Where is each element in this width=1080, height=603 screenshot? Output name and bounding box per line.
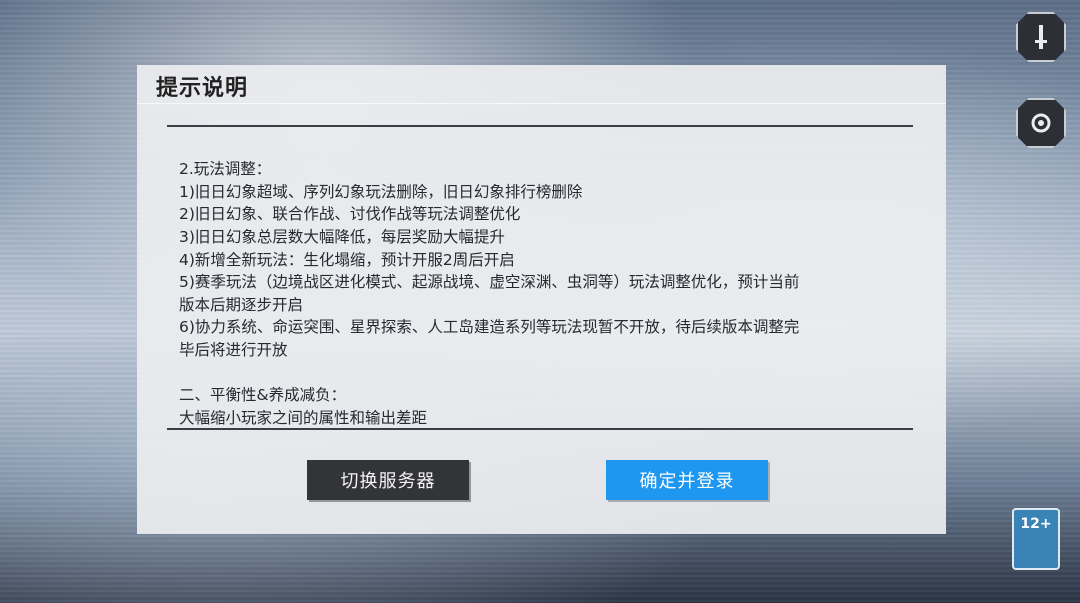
sword-icon: [1035, 25, 1047, 49]
notice-line: 1)旧日幻象超域、序列幻象玩法删除，旧日幻象排行榜删除: [179, 182, 583, 201]
age-rating-badge[interactable]: 12+: [1012, 508, 1060, 570]
notice-line: 4)新增全新玩法：生化塌缩，预计开服2周后开启: [179, 250, 515, 269]
switch-server-button[interactable]: 切换服务器: [307, 460, 469, 500]
notice-line: 大幅缩小玩家之间的属性和输出差距: [179, 408, 428, 427]
gear-icon: [1031, 113, 1051, 133]
confirm-login-button[interactable]: 确定并登录: [606, 460, 768, 500]
notice-line: 毕后将进行开放: [179, 340, 288, 359]
title-divider: [137, 103, 946, 104]
age-rating-label: 12+: [1020, 516, 1052, 532]
notice-line: 版本后期逐步开启: [179, 295, 304, 314]
notice-line: 2.玩法调整：: [179, 160, 272, 179]
notice-line: 5)赛季玩法（边境战区进化模式、起源战境、虚空深渊、虫洞等）玩法调整优化，预计当…: [179, 273, 800, 292]
settings-icon[interactable]: [1016, 98, 1066, 148]
notice-dialog: 提示说明 2.玩法调整： 1)旧日幻象超域、序列幻象玩法删除，旧日幻象排行榜删除…: [137, 65, 946, 534]
scroll-top-divider: [167, 125, 913, 127]
scroll-bottom-divider: [167, 428, 913, 430]
announcement-icon[interactable]: [1016, 12, 1066, 62]
notice-line: 6)协力系统、命运突围、星界探索、人工岛建造系列等玩法现暂不开放，待后续版本调整…: [179, 318, 800, 337]
dialog-title: 提示说明: [156, 76, 249, 101]
notice-scroll-area[interactable]: 2.玩法调整： 1)旧日幻象超域、序列幻象玩法删除，旧日幻象排行榜删除 2)旧日…: [167, 113, 927, 428]
notice-line: 3)旧日幻象总层数大幅降低，每层奖励大幅提升: [179, 227, 505, 246]
notice-line: 二、平衡性&养成减负：: [179, 386, 347, 405]
notice-line: 2)旧日幻象、联合作战、讨伐作战等玩法调整优化: [179, 205, 521, 224]
notice-content: 2.玩法调整： 1)旧日幻象超域、序列幻象玩法删除，旧日幻象排行榜删除 2)旧日…: [179, 113, 915, 428]
